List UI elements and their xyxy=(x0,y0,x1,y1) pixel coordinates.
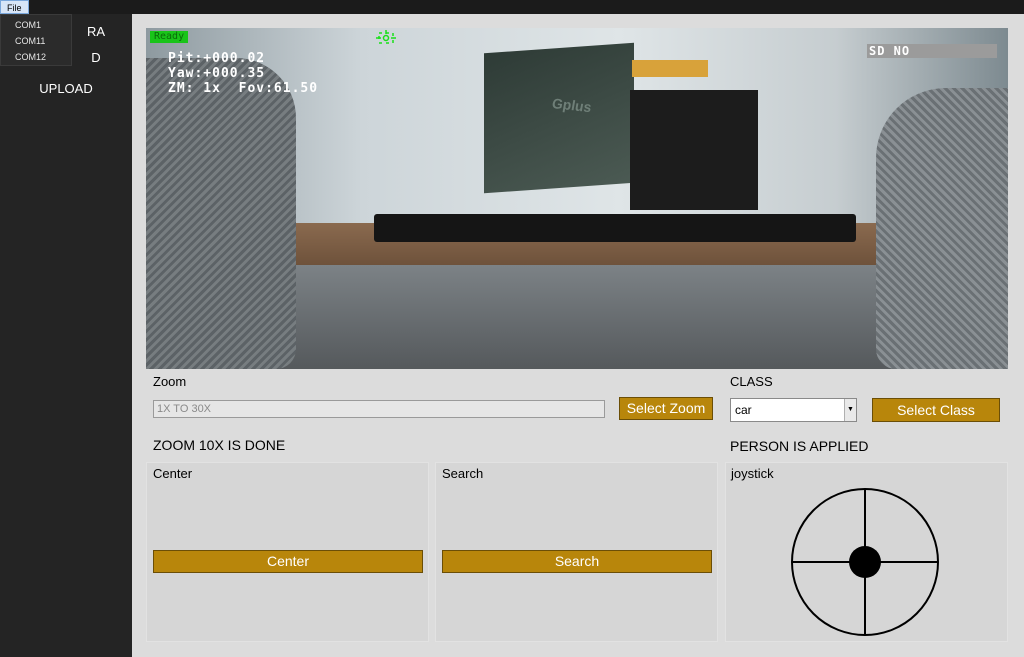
class-status: PERSON IS APPLIED xyxy=(730,438,869,454)
zoom-status: ZOOM 10X IS DONE xyxy=(153,437,286,453)
sidebar-item-upload[interactable]: UPLOAD xyxy=(0,81,132,96)
joystick-control[interactable] xyxy=(790,487,940,637)
camera-scene-pc xyxy=(630,90,758,210)
com-port-item[interactable]: COM12 xyxy=(15,52,46,62)
chevron-down-icon[interactable]: ▼ xyxy=(844,399,856,421)
file-menu[interactable]: File xyxy=(0,0,29,14)
menu-bar: File xyxy=(0,0,1024,14)
joystick-knob[interactable] xyxy=(849,546,881,578)
search-button[interactable]: Search xyxy=(442,550,712,573)
class-select-value: car xyxy=(735,403,752,417)
osd-sd-status: SD NO xyxy=(867,44,997,58)
center-button[interactable]: Center xyxy=(153,550,423,573)
monitor-brand: Gplus xyxy=(550,95,593,116)
zoom-input[interactable]: 1X TO 30X xyxy=(153,400,605,418)
center-label: Center xyxy=(153,466,193,481)
com-port-dropdown: COM1 COM11 COM12 xyxy=(0,14,72,66)
select-zoom-button[interactable]: Select Zoom xyxy=(619,397,713,420)
camera-scene-chair-right xyxy=(876,88,1008,369)
camera-scene-box xyxy=(632,60,708,77)
camera-scene-chair-left xyxy=(146,58,296,369)
class-label: CLASS xyxy=(730,374,773,389)
osd-yaw: Yaw:+000.35 xyxy=(168,66,266,81)
zoom-label: Zoom xyxy=(153,374,187,389)
camera-feed: Gplus Ready Pit:+000.02 Yaw:+000.35 ZM: … xyxy=(146,28,1008,369)
search-label: Search xyxy=(442,466,484,481)
sidebar: RA D UPLOAD xyxy=(0,14,132,657)
class-select[interactable]: car ▼ xyxy=(730,398,857,422)
crosshair-icon xyxy=(376,30,396,44)
osd-zoom-fov: ZM: 1x Fov:61.50 xyxy=(168,81,319,96)
camera-scene-soundbar xyxy=(374,214,856,242)
joystick-label: joystick xyxy=(731,466,774,481)
com-port-item[interactable]: COM1 xyxy=(15,20,41,30)
select-class-button[interactable]: Select Class xyxy=(872,398,1000,422)
osd-pitch: Pit:+000.02 xyxy=(168,51,266,66)
com-port-item[interactable]: COM11 xyxy=(15,36,45,46)
status-badge: Ready xyxy=(150,31,189,43)
camera-scene-monitor: Gplus xyxy=(484,42,634,194)
main-panel: Gplus Ready Pit:+000.02 Yaw:+000.35 ZM: … xyxy=(132,14,1024,657)
